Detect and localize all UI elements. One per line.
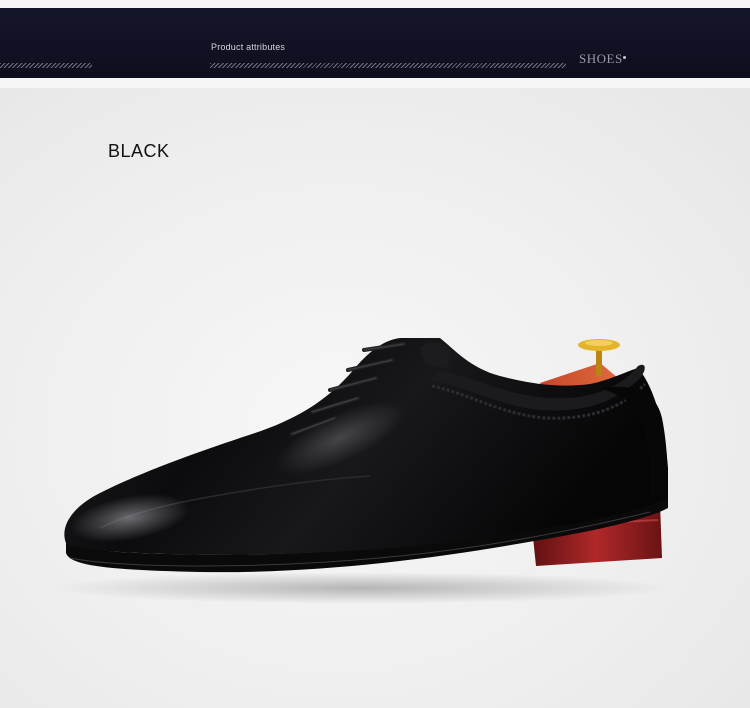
banner-bar: [0, 8, 750, 78]
banner-hatch-left: [0, 63, 92, 68]
banner-dot: [623, 56, 626, 59]
banner-category: SHOES: [579, 51, 623, 66]
banner-hatch-right: [210, 63, 566, 68]
floor-shadow: [50, 572, 670, 604]
banner-title: Product attributes: [211, 42, 286, 52]
oxford-shoe-image: [50, 338, 670, 604]
attributes-banner: Product attributes SHOES: [0, 0, 750, 88]
